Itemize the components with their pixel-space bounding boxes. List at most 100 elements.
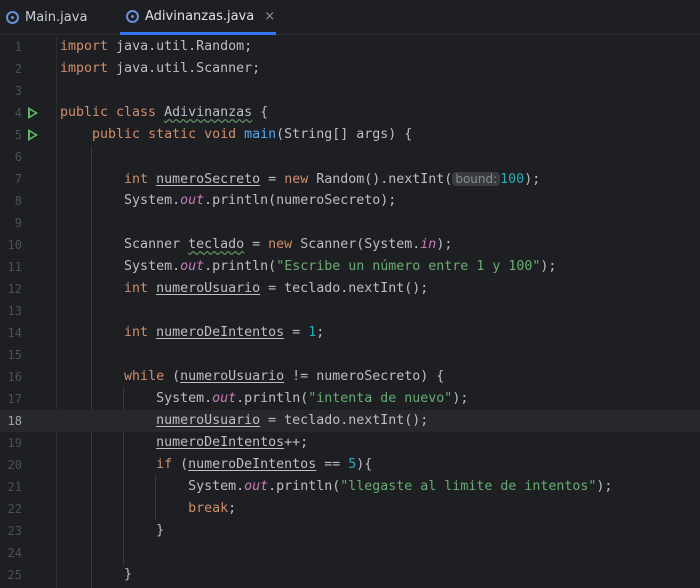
code-text: = (260, 172, 285, 187)
code-line[interactable]: 16 while (numeroUsuario != numeroSecreto… (0, 366, 700, 388)
code-text: .println( (204, 259, 277, 274)
line-number: 24 (7, 546, 22, 560)
code-text: System. (124, 259, 181, 274)
variable: numeroUsuario (156, 413, 261, 428)
code-editor[interactable]: 1 import java.util.Random; 2 import java… (0, 36, 700, 588)
code-line[interactable]: 19 numeroDeIntentos++; (0, 432, 700, 454)
line-number: 20 (7, 458, 22, 472)
variable: numeroDeIntentos (156, 435, 285, 450)
code-line[interactable]: 14 int numeroDeIntentos = 1; (0, 322, 700, 344)
keyword: int (124, 325, 157, 340)
code-line[interactable]: 24 (0, 542, 700, 564)
code-text: } (124, 567, 133, 582)
line-number: 13 (7, 304, 22, 318)
keyword: import (60, 61, 109, 76)
code-text: ){ (356, 457, 373, 472)
code-text: ); (524, 172, 541, 187)
code-line[interactable]: 4 public class Adivinanzas { (0, 102, 700, 124)
static-field: out (212, 391, 237, 406)
code-line-current[interactable]: 18 numeroUsuario = teclado.nextInt(); (0, 410, 700, 432)
keyword: import (60, 39, 109, 54)
code-line[interactable]: 1 import java.util.Random; (0, 36, 700, 58)
line-number: 5 (14, 128, 22, 142)
close-icon[interactable]: × (264, 9, 275, 24)
code-line[interactable]: 5 public static void main(String[] args)… (0, 124, 700, 146)
run-icon[interactable] (28, 107, 38, 119)
code-text: Random().nextInt( (308, 172, 453, 187)
code-line[interactable]: 17 System.out.println("intenta de nuevo"… (0, 388, 700, 410)
code-line[interactable]: 23 } (0, 520, 700, 542)
code-text: System. (156, 391, 213, 406)
code-line[interactable]: 11 System.out.println("Escribe un número… (0, 256, 700, 278)
code-text: java.util.Random; (108, 39, 253, 54)
code-text: System. (124, 193, 181, 208)
string-literal: "llegaste al limite de intentos" (340, 479, 597, 494)
code-line[interactable]: 2 import java.util.Scanner; (0, 58, 700, 80)
variable: teclado (188, 237, 245, 252)
code-line[interactable]: 12 int numeroUsuario = teclado.nextInt()… (0, 278, 700, 300)
code-line[interactable]: 10 Scanner teclado = new Scanner(System.… (0, 234, 700, 256)
code-text: Scanner (124, 237, 189, 252)
run-icon[interactable] (28, 129, 38, 141)
code-line[interactable]: 6 (0, 146, 700, 168)
variable: numeroDeIntentos (188, 457, 317, 472)
code-line[interactable]: 9 (0, 212, 700, 234)
method-name: main (244, 127, 277, 142)
code-text: ; (228, 501, 237, 516)
code-text: ( (164, 369, 181, 384)
code-text: ); (540, 259, 557, 274)
line-number: 8 (14, 194, 22, 208)
code-line[interactable]: 8 System.out.println(numeroSecreto); (0, 190, 700, 212)
tab-label: Main.java (25, 10, 88, 25)
variable: numeroUsuario (156, 281, 261, 296)
code-line[interactable]: 22 break; (0, 498, 700, 520)
code-line[interactable]: 21 System.out.println("llegaste al limit… (0, 476, 700, 498)
line-number: 22 (7, 502, 22, 516)
code-line[interactable]: 3 (0, 80, 700, 102)
code-line[interactable]: 7 int numeroSecreto = new Random().nextI… (0, 168, 700, 190)
variable: numeroUsuario (180, 369, 285, 384)
code-line[interactable]: 13 (0, 300, 700, 322)
static-field: in (420, 237, 437, 252)
line-number: 17 (7, 392, 22, 406)
code-line[interactable]: 15 (0, 344, 700, 366)
line-number: 21 (7, 480, 22, 494)
line-number: 9 (14, 216, 22, 230)
line-number: 14 (7, 326, 22, 340)
keyword: new (268, 237, 293, 252)
code-text: ); (452, 391, 469, 406)
code-text: java.util.Scanner; (108, 61, 261, 76)
code-line[interactable]: 20 if (numeroDeIntentos == 5){ (0, 454, 700, 476)
line-number: 19 (7, 436, 22, 450)
code-text: (String[] args) { (276, 127, 413, 142)
code-text: { (252, 105, 269, 120)
line-number: 10 (7, 238, 22, 252)
code-line[interactable]: 25 } (0, 564, 700, 586)
line-number: 3 (14, 84, 22, 98)
tab-adivinanzas-java[interactable]: Adivinanzas.java × (120, 0, 276, 35)
code-text: = (244, 237, 269, 252)
line-number: 6 (14, 150, 22, 164)
keyword: int (124, 281, 157, 296)
keyword: public class (60, 105, 165, 120)
code-text: .println( (236, 391, 309, 406)
code-text: != numeroSecreto) { (284, 369, 445, 384)
java-class-icon (126, 9, 139, 23)
variable: numeroSecreto (156, 172, 261, 187)
code-text: = (284, 325, 309, 340)
line-number: 18 (7, 414, 22, 428)
java-class-icon (6, 11, 19, 24)
string-literal: "intenta de nuevo" (308, 391, 453, 406)
code-text: } (156, 523, 165, 538)
parameter-hint: bound: (452, 172, 501, 186)
line-number: 23 (7, 524, 22, 538)
keyword: break (188, 501, 229, 516)
keyword: if (156, 457, 173, 472)
tab-main-java[interactable]: Main.java (6, 0, 106, 35)
code-text: = teclado.nextInt(); (260, 281, 429, 296)
keyword: public static void (92, 127, 245, 142)
line-number: 2 (14, 62, 22, 76)
line-number: 12 (7, 282, 22, 296)
string-literal: "Escribe un número entre 1 y 100" (276, 259, 541, 274)
keyword: int (124, 172, 157, 187)
